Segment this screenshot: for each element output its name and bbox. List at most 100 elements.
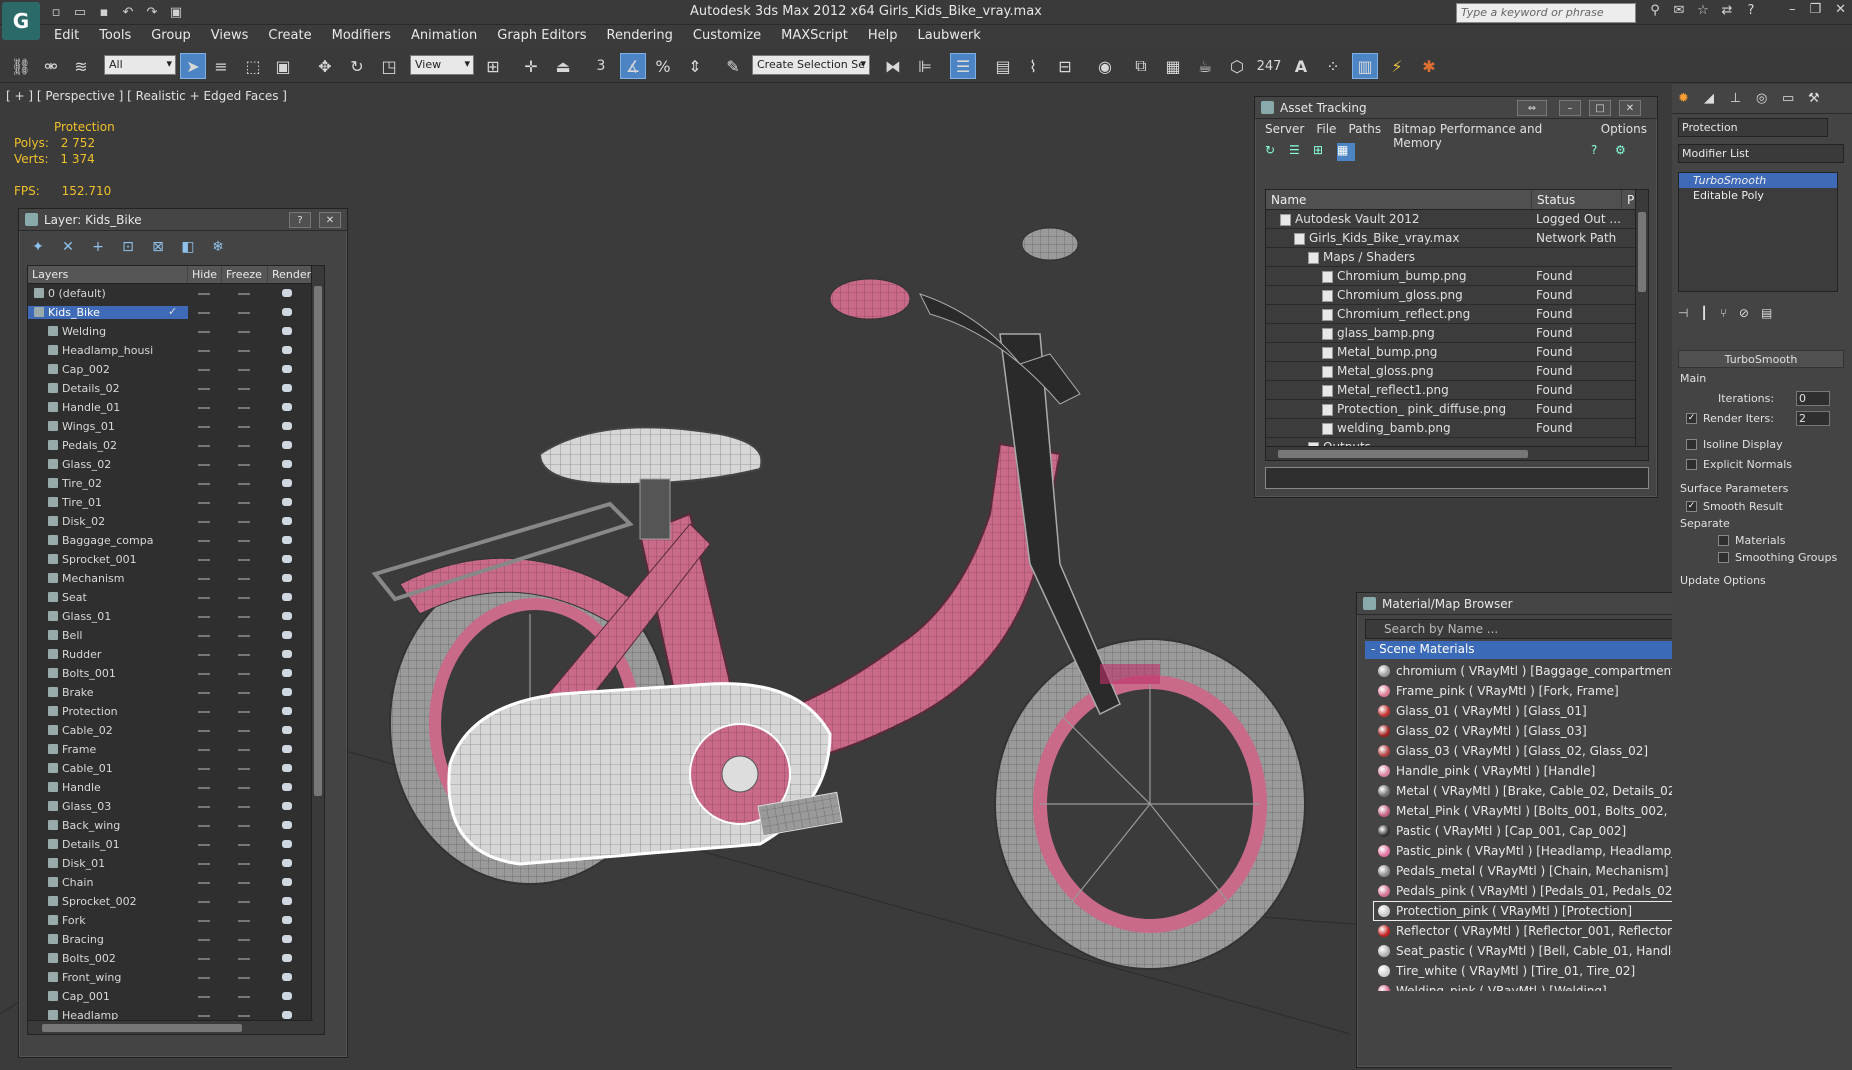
layer-row[interactable]: Wings_01 (28, 417, 324, 436)
render-teapot-icon[interactable] (282, 498, 292, 506)
freeze-toggle[interactable] (238, 825, 250, 827)
hide-toggle[interactable] (198, 749, 210, 751)
redo-icon[interactable]: ↷ (142, 3, 162, 21)
freeze-toggle[interactable] (238, 293, 250, 295)
hide-toggle[interactable] (198, 540, 210, 542)
freeze-toggle[interactable] (238, 350, 250, 352)
object-name-field[interactable]: Protection (1678, 118, 1828, 137)
render-teapot-icon[interactable] (282, 973, 292, 981)
particle-icon[interactable]: ⁘ (1320, 53, 1346, 79)
layer-row[interactable]: Disk_01 (28, 854, 324, 873)
freeze-toggle[interactable] (238, 806, 250, 808)
material-editor-icon[interactable]: ◉ (1092, 53, 1118, 79)
layer-row[interactable]: Fork (28, 911, 324, 930)
graphite-tools-icon[interactable]: ▤ (990, 53, 1016, 79)
smoothing-groups-checkbox[interactable] (1718, 552, 1729, 563)
freeze-toggle[interactable] (238, 426, 250, 428)
select-by-name-icon[interactable]: ≡ (208, 53, 234, 79)
layer-row[interactable]: Baggage_compa (28, 531, 324, 550)
asset-close-button[interactable]: ✕ (1619, 100, 1641, 116)
named-selection-dropdown[interactable]: Create Selection Se (752, 55, 870, 75)
col-hide[interactable]: Hide (188, 266, 222, 283)
spinner-snap-icon[interactable]: ⇕ (682, 53, 708, 79)
angle-snap-icon[interactable]: ∡ (620, 53, 646, 79)
freeze-toggle[interactable] (238, 540, 250, 542)
freeze-toggle[interactable] (238, 787, 250, 789)
window-crossing-icon[interactable]: ▣ (270, 53, 296, 79)
asset-row[interactable]: Protection_ pink_diffuse.png Found (1266, 400, 1648, 419)
refresh-icon[interactable]: ↻ (1265, 143, 1283, 161)
render-teapot-icon[interactable] (282, 802, 292, 810)
hide-toggle[interactable] (198, 768, 210, 770)
render-teapot-icon[interactable] (282, 954, 292, 962)
help-icon[interactable]: ? (1742, 3, 1760, 21)
freeze-toggle[interactable] (238, 768, 250, 770)
utilities-tab-icon[interactable]: ⚒ (1808, 91, 1828, 109)
col-p[interactable]: P (1622, 190, 1636, 209)
seat[interactable] (538, 426, 763, 486)
viewport-label[interactable]: [ + ] [ Perspective ] [ Realistic + Edge… (6, 89, 287, 103)
asset-tracking-icon[interactable]: ▥ (1352, 53, 1378, 79)
render-teapot-icon[interactable] (282, 726, 292, 734)
hide-toggle[interactable] (198, 369, 210, 371)
layer-row[interactable]: Tire_02 (28, 474, 324, 493)
freeze-toggle[interactable] (238, 1015, 250, 1017)
freeze-toggle[interactable] (238, 863, 250, 865)
menu-modifiers[interactable]: Modifiers (322, 26, 401, 46)
align-icon[interactable]: ⊫ (912, 53, 938, 79)
hide-toggle[interactable] (198, 882, 210, 884)
stack-turbosmooth[interactable]: TurboSmooth (1679, 173, 1837, 188)
hide-toggle[interactable] (198, 483, 210, 485)
hide-toggle[interactable] (198, 426, 210, 428)
layer-row[interactable]: Headlamp_housi (28, 341, 324, 360)
asset-row[interactable]: Chromium_reflect.png Found (1266, 305, 1648, 324)
render-teapot-icon[interactable] (282, 878, 292, 886)
render-iters-spinner[interactable]: 2 (1796, 410, 1830, 426)
move-icon[interactable]: ✥ (312, 53, 338, 79)
freeze-toggle[interactable] (238, 673, 250, 675)
hide-toggle[interactable] (198, 521, 210, 523)
layer-row[interactable]: Handle (28, 778, 324, 797)
render-teapot-icon[interactable] (282, 555, 292, 563)
render-teapot-icon[interactable] (282, 346, 292, 354)
vray-icon[interactable]: ✱ (1416, 53, 1442, 79)
layer-row[interactable]: Cable_02 (28, 721, 324, 740)
keyboard-shortcut-icon[interactable]: ⏏ (550, 53, 576, 79)
menu-graph-editors[interactable]: Graph Editors (487, 26, 596, 46)
freeze-toggle[interactable] (238, 635, 250, 637)
freeze-toggle[interactable] (238, 445, 250, 447)
asset-row[interactable]: glass_bamp.png Found (1266, 324, 1648, 343)
menu-help[interactable]: Help (858, 26, 908, 46)
hide-toggle[interactable] (198, 844, 210, 846)
render-teapot-icon[interactable] (282, 308, 292, 316)
smooth-result-checkbox[interactable]: ✓ (1686, 500, 1697, 512)
menu-maxscript[interactable]: MAXScript (771, 26, 858, 46)
render-teapot-icon[interactable] (282, 403, 292, 411)
select-manipulate-icon[interactable]: ✛ (518, 53, 544, 79)
render-teapot-icon[interactable] (282, 935, 292, 943)
rendered-frame-icon[interactable]: ▦ (1160, 53, 1186, 79)
select-in-layer-icon[interactable]: ⊡ (117, 237, 139, 257)
percent-snap-icon[interactable]: % (650, 53, 676, 79)
communication-icon[interactable]: ☆ (1694, 3, 1712, 21)
col-name[interactable]: Name (1266, 190, 1532, 209)
layer-row[interactable]: Bracing (28, 930, 324, 949)
project-folder-icon[interactable]: ▣ (166, 3, 186, 21)
layer-row[interactable]: Details_01 (28, 835, 324, 854)
menu-create[interactable]: Create (258, 26, 321, 46)
pin-stack-icon[interactable]: ⊣ (1678, 306, 1688, 320)
layer-row[interactable]: Brake (28, 683, 324, 702)
layer-help-button[interactable]: ? (289, 212, 311, 228)
hide-toggle[interactable] (198, 407, 210, 409)
hide-toggle[interactable] (198, 635, 210, 637)
hide-toggle[interactable] (198, 616, 210, 618)
freeze-toggle[interactable] (238, 369, 250, 371)
explicit-normals-checkbox[interactable] (1686, 458, 1697, 470)
render-teapot-icon[interactable] (282, 669, 292, 677)
tree-view-icon[interactable]: ⊞ (1313, 143, 1331, 161)
schematic-view-icon[interactable]: ⊟ (1052, 53, 1078, 79)
freeze-toggle[interactable] (238, 521, 250, 523)
add-to-layer-icon[interactable]: + (87, 237, 109, 257)
layer-close-button[interactable]: ✕ (319, 212, 341, 228)
stack-editable-poly[interactable]: Editable Poly (1679, 188, 1837, 203)
